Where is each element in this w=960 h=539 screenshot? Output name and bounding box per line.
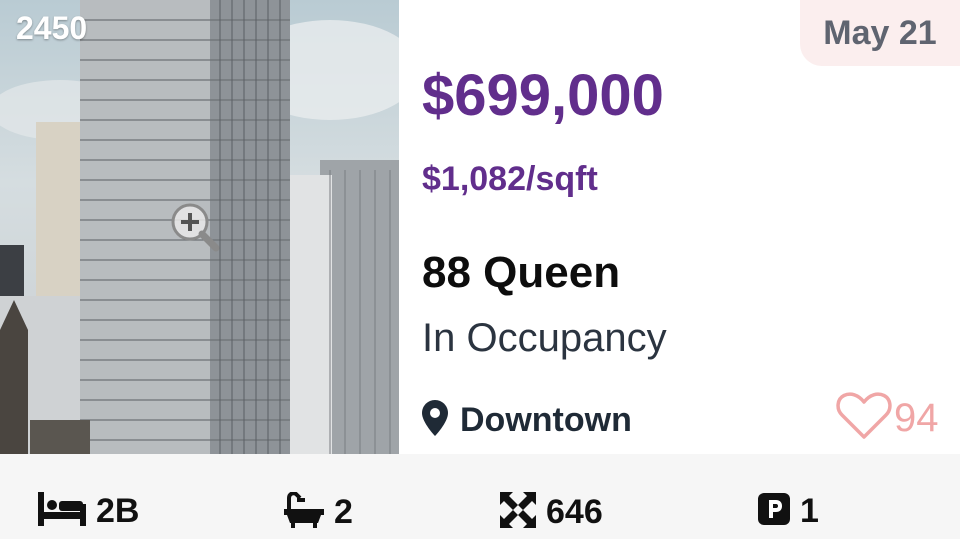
listing-photo[interactable]: 2450	[0, 0, 399, 454]
listing-price: $699,000	[422, 63, 664, 128]
listing-card[interactable]: 2450 May 21 $699,000 $1,082/sqft 88 Quee…	[0, 0, 960, 539]
building-name[interactable]: 88 Queen	[422, 248, 620, 298]
size-feature: 646	[500, 492, 603, 533]
heart-outline-icon[interactable]	[836, 392, 892, 445]
bedrooms-value: 2B	[96, 492, 140, 530]
listed-date: May 21	[823, 13, 937, 52]
size-value: 646	[546, 493, 603, 531]
map-pin-icon	[422, 400, 448, 441]
bathrooms-value: 2	[334, 493, 353, 531]
price-per-sqft: $1,082/sqft	[422, 160, 598, 198]
bed-icon	[38, 492, 86, 531]
bedrooms-feature: 2B	[38, 492, 139, 531]
bathtub-icon	[284, 491, 324, 533]
parking-feature: 1	[758, 492, 819, 531]
listed-date-badge: May 21	[800, 0, 960, 66]
zoom-in-icon[interactable]	[168, 200, 220, 252]
parking-value: 1	[800, 492, 819, 530]
occupancy-status: In Occupancy	[422, 316, 667, 360]
expand-arrows-icon	[500, 492, 536, 533]
photo-count: 2450	[16, 10, 88, 46]
likes-count: 94	[894, 396, 939, 440]
location-label: Downtown	[460, 401, 632, 439]
bathrooms-feature: 2	[284, 491, 353, 533]
location: Downtown	[422, 400, 632, 441]
like-button[interactable]: 94	[836, 392, 939, 445]
parking-icon	[758, 493, 790, 530]
